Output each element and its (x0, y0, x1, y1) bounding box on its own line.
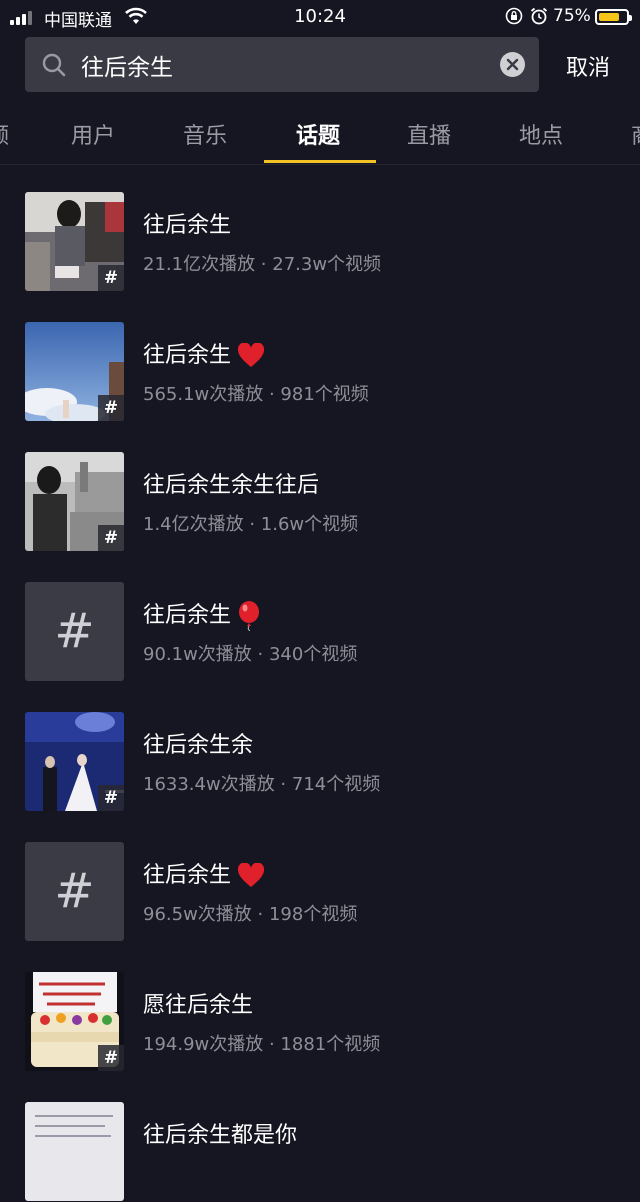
topic-thumbnail: # (25, 712, 124, 811)
topic-result-item[interactable]: # 往后余生 565.1w次播放 · 981个视频 (0, 322, 640, 422)
tab-products[interactable]: 商 (631, 118, 640, 150)
topic-title-text: 往后余生都是你 (143, 1123, 298, 1148)
topic-stats: 1.4亿次播放 · 1.6w个视频 (143, 514, 359, 535)
hashtag-badge: # (98, 265, 124, 291)
topic-stats: 1633.4w次播放 · 714个视频 (143, 774, 381, 795)
red-heart-icon (238, 863, 265, 887)
topic-title-text: 往后余生余生往后 (143, 473, 320, 498)
topic-stats: 194.9w次播放 · 1881个视频 (143, 1034, 381, 1055)
clear-search-button[interactable] (500, 52, 525, 77)
hashtag-badge: # (98, 395, 124, 421)
topic-thumbnail: # (25, 192, 124, 291)
status-bar: 中国联通 10:24 75% (0, 0, 640, 34)
search-bar[interactable] (25, 37, 539, 92)
topic-thumbnail: # (25, 452, 124, 551)
topic-thumbnail: # (25, 972, 124, 1071)
tab-video[interactable]: 频 (0, 118, 9, 150)
topic-stats: 96.5w次播放 · 198个视频 (143, 904, 358, 925)
tab-live[interactable]: 直播 (407, 118, 451, 150)
hashtag-icon: # (54, 603, 95, 659)
topic-result-item[interactable]: # 往后余生 90.1w次播放 · 340个视频 (0, 582, 640, 682)
topic-thumbnail (25, 1102, 124, 1201)
topic-stats: 21.1亿次播放 · 27.3w个视频 (143, 254, 382, 275)
topic-title-text: 往后余生 (143, 343, 232, 368)
topic-title-text: 往后余生 (143, 863, 232, 888)
topic-thumbnail: # (25, 322, 124, 421)
hashtag-badge: # (98, 785, 124, 811)
hashtag-badge: # (98, 1045, 124, 1071)
red-heart-icon (238, 343, 265, 367)
close-icon (506, 58, 519, 71)
topic-result-item[interactable]: # 往后余生余生往后 1.4亿次播放 · 1.6w个视频 (0, 452, 640, 552)
topic-result-item[interactable]: # 往后余生 21.1亿次播放 · 27.3w个视频 (0, 192, 640, 292)
topic-thumbnail-placeholder: # (25, 582, 124, 681)
battery-icon (595, 9, 632, 25)
topic-title: 往后余生都是你 (143, 1117, 297, 1149)
topic-thumbnail-placeholder: # (25, 842, 124, 941)
active-tab-indicator (264, 160, 376, 163)
topic-title: 往后余生余生往后 (143, 467, 319, 499)
tab-music[interactable]: 音乐 (183, 118, 227, 150)
search-input[interactable] (81, 37, 501, 92)
topic-title: 往后余生 (143, 207, 231, 239)
topic-result-item[interactable]: # 往后余生余 1633.4w次播放 · 714个视频 (0, 712, 640, 812)
topic-title: 往后余生 (143, 337, 265, 369)
topic-title: 愿往后余生 (143, 987, 253, 1019)
tab-topics[interactable]: 话题 (296, 118, 340, 150)
topic-result-item[interactable]: 往后余生都是你 (0, 1102, 640, 1202)
topic-title-text: 往后余生余 (143, 733, 254, 758)
topic-title: 往后余生 (143, 597, 261, 631)
category-tabs: 频 用户 音乐 话题 直播 地点 商 (0, 108, 640, 165)
hashtag-icon: # (54, 863, 95, 919)
topic-stats: 90.1w次播放 · 340个视频 (143, 644, 358, 665)
topic-title-text: 往后余生 (143, 213, 232, 238)
cancel-button[interactable]: 取消 (566, 50, 610, 82)
balloon-icon (239, 601, 260, 631)
tab-users[interactable]: 用户 (71, 118, 115, 150)
topic-result-item[interactable]: # 愿往后余生 194.9w次播放 · 1881个视频 (0, 972, 640, 1072)
orientation-lock-icon (505, 7, 523, 25)
topic-result-item[interactable]: # 往后余生 96.5w次播放 · 198个视频 (0, 842, 640, 942)
topic-title-text: 往后余生 (143, 603, 232, 628)
hashtag-badge: # (98, 525, 124, 551)
topic-stats: 565.1w次播放 · 981个视频 (143, 384, 369, 405)
alarm-icon (530, 7, 548, 25)
battery-percent: 75% (553, 6, 591, 26)
tab-places[interactable]: 地点 (519, 118, 563, 150)
topic-title: 往后余生 (143, 857, 265, 889)
search-icon (42, 53, 66, 77)
topic-title: 往后余生余 (143, 727, 253, 759)
topic-title-text: 愿往后余生 (143, 993, 254, 1018)
